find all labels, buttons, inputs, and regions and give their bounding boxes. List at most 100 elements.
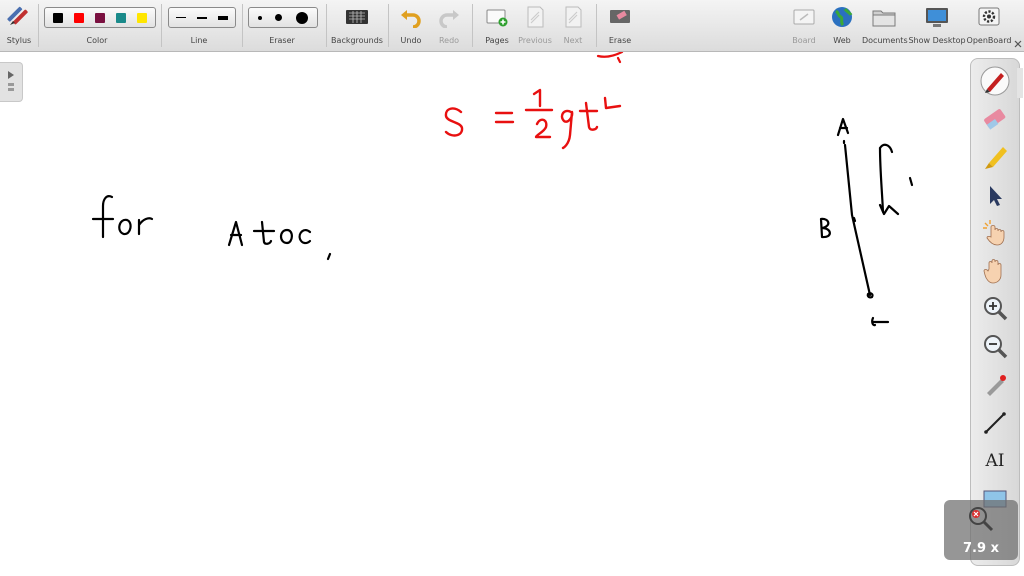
red-equation [444, 88, 622, 150]
backgrounds-label: Backgrounds [331, 36, 383, 45]
backgrounds-icon [346, 10, 368, 24]
board-label: Board [792, 36, 816, 45]
erase-board-icon [610, 10, 630, 23]
pages-button[interactable]: Pages [480, 0, 514, 51]
previous-button[interactable]: Previous [516, 0, 554, 51]
motion-diagram [819, 117, 914, 327]
openboard-button[interactable]: OpenBoard [966, 0, 1012, 51]
color-black[interactable] [52, 12, 63, 23]
show-desktop-label: Show Desktop [908, 36, 966, 45]
line-medium[interactable] [196, 16, 207, 19]
separator [388, 4, 389, 47]
eraser-label: Eraser [269, 36, 295, 45]
stylus-button[interactable]: Stylus [2, 0, 36, 51]
board-button[interactable]: Board [788, 0, 820, 51]
stylus-label: Stylus [6, 36, 32, 45]
close-icon[interactable] [1014, 40, 1022, 48]
line-width-palette [168, 7, 236, 28]
selector-tool[interactable] [979, 179, 1011, 211]
pen-tool-icon [980, 66, 1010, 96]
text-tool[interactable]: AI [979, 445, 1011, 477]
top-toolbar: Stylus Color Line Eraser Backgrounds Und… [0, 0, 1024, 52]
line-thin[interactable] [176, 17, 187, 18]
undo-icon [401, 10, 421, 28]
openboard-label: OpenBoard [966, 36, 1012, 45]
eraser-medium[interactable] [275, 14, 283, 21]
redo-icon [439, 10, 459, 28]
color-group: Color [44, 0, 156, 51]
separator [242, 4, 243, 47]
erase-button[interactable]: Erase [602, 0, 638, 51]
separator [596, 4, 597, 47]
red-stroke-fragment [596, 52, 624, 64]
color-maroon[interactable] [94, 12, 105, 23]
erase-label: Erase [608, 36, 632, 45]
stylus-icon [7, 6, 28, 25]
previous-label: Previous [518, 36, 552, 45]
color-yellow[interactable] [137, 12, 148, 23]
interact-tool[interactable] [979, 217, 1011, 249]
eraser-small[interactable] [257, 15, 262, 20]
line-tool-icon [984, 412, 1006, 434]
hand-icon [983, 259, 1002, 284]
pen-tool[interactable] [979, 65, 1011, 97]
web-button[interactable]: Web [826, 0, 858, 51]
gear-icon [978, 7, 1000, 26]
handwritten-for [91, 195, 154, 239]
zoom-out-tool[interactable] [979, 331, 1011, 363]
show-desktop-button[interactable]: Show Desktop [908, 0, 966, 51]
selector-icon [990, 186, 1002, 206]
web-label: Web [833, 36, 851, 45]
redo-button[interactable]: Redo [432, 0, 466, 51]
line-tool[interactable] [979, 407, 1011, 439]
next-button[interactable]: Next [556, 0, 590, 51]
right-edge-scroll[interactable] [1016, 68, 1024, 168]
separator [161, 4, 162, 47]
zoom-in-icon [984, 297, 1008, 321]
line-label: Line [190, 36, 208, 45]
line-group: Line [168, 0, 236, 51]
zoom-out-icon [984, 335, 1008, 359]
marker-tool[interactable] [979, 141, 1011, 173]
documents-label: Documents [862, 36, 908, 45]
globe-icon [832, 7, 853, 27]
add-page-icon [486, 9, 508, 27]
interact-icon [983, 220, 1005, 246]
magnifier-icon [969, 507, 994, 532]
eraser-tool[interactable] [979, 103, 1011, 135]
color-palette [44, 7, 156, 28]
eraser-large[interactable] [296, 11, 309, 24]
zoom-indicator: 7.9 x [944, 500, 1018, 560]
handwritten-a-to-c [227, 220, 332, 261]
monitor-icon [926, 8, 948, 27]
redo-label: Redo [438, 36, 460, 45]
next-page-icon [565, 6, 582, 28]
pages-label: Pages [485, 36, 509, 45]
separator [326, 4, 327, 47]
whiteboard-canvas[interactable] [0, 52, 968, 576]
next-label: Next [563, 36, 583, 45]
separator [38, 4, 39, 47]
marker-tool-icon [985, 147, 1007, 169]
eraser-tool-icon [984, 109, 1006, 130]
stylus-palette: AI [970, 58, 1020, 566]
zoom-in-tool[interactable] [979, 293, 1011, 325]
color-red[interactable] [73, 12, 84, 23]
zoom-level-text: 7.9 x [963, 541, 999, 556]
line-thick[interactable] [217, 15, 228, 20]
separator [472, 4, 473, 47]
eraser-size-palette [248, 7, 318, 28]
text-tool-icon: AI [985, 451, 1005, 471]
hand-tool[interactable] [979, 255, 1011, 287]
undo-label: Undo [400, 36, 422, 45]
eraser-group: Eraser [248, 0, 318, 51]
color-teal[interactable] [116, 12, 127, 23]
previous-page-icon [527, 6, 544, 28]
laser-pointer-icon [987, 375, 1006, 396]
backgrounds-button[interactable]: Backgrounds [330, 0, 384, 51]
laser-pointer-tool[interactable] [979, 369, 1011, 401]
board-icon [793, 9, 815, 25]
documents-button[interactable]: Documents [862, 0, 908, 51]
folder-icon [872, 10, 896, 27]
undo-button[interactable]: Undo [394, 0, 428, 51]
